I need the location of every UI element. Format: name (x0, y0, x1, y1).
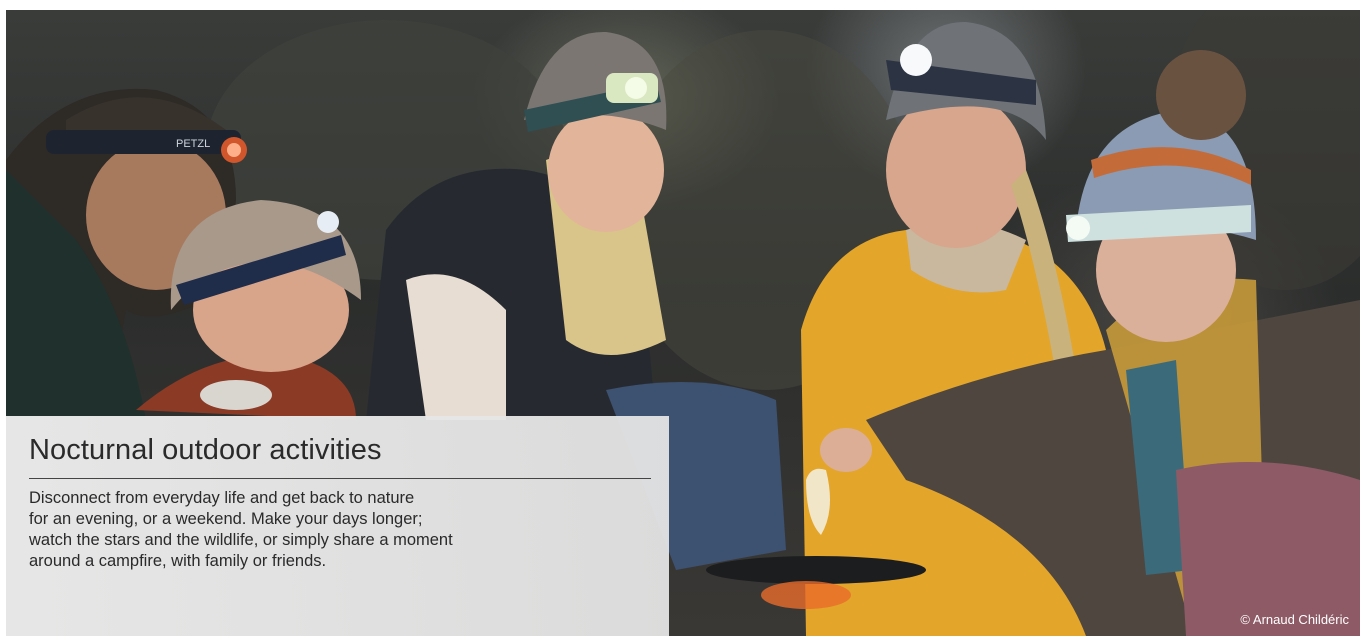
card-body-line: watch the stars and the wildlife, or sim… (29, 531, 453, 549)
card-body-line: around a campfire, with family or friend… (29, 552, 327, 570)
headlamp-brand-text: PETZL (176, 138, 210, 150)
card-title: Nocturnal outdoor activities (29, 434, 382, 466)
card-body: Disconnect from everyday life and get ba… (29, 488, 549, 572)
card-body-line: Disconnect from everyday life and get ba… (29, 489, 415, 507)
feature-card: Nocturnal outdoor activities Disconnect … (6, 416, 669, 636)
card-divider (29, 478, 651, 479)
card-body-line: for an evening, or a weekend. Make your … (29, 510, 423, 528)
photo-credit: © Arnaud Childéric (1240, 612, 1349, 627)
